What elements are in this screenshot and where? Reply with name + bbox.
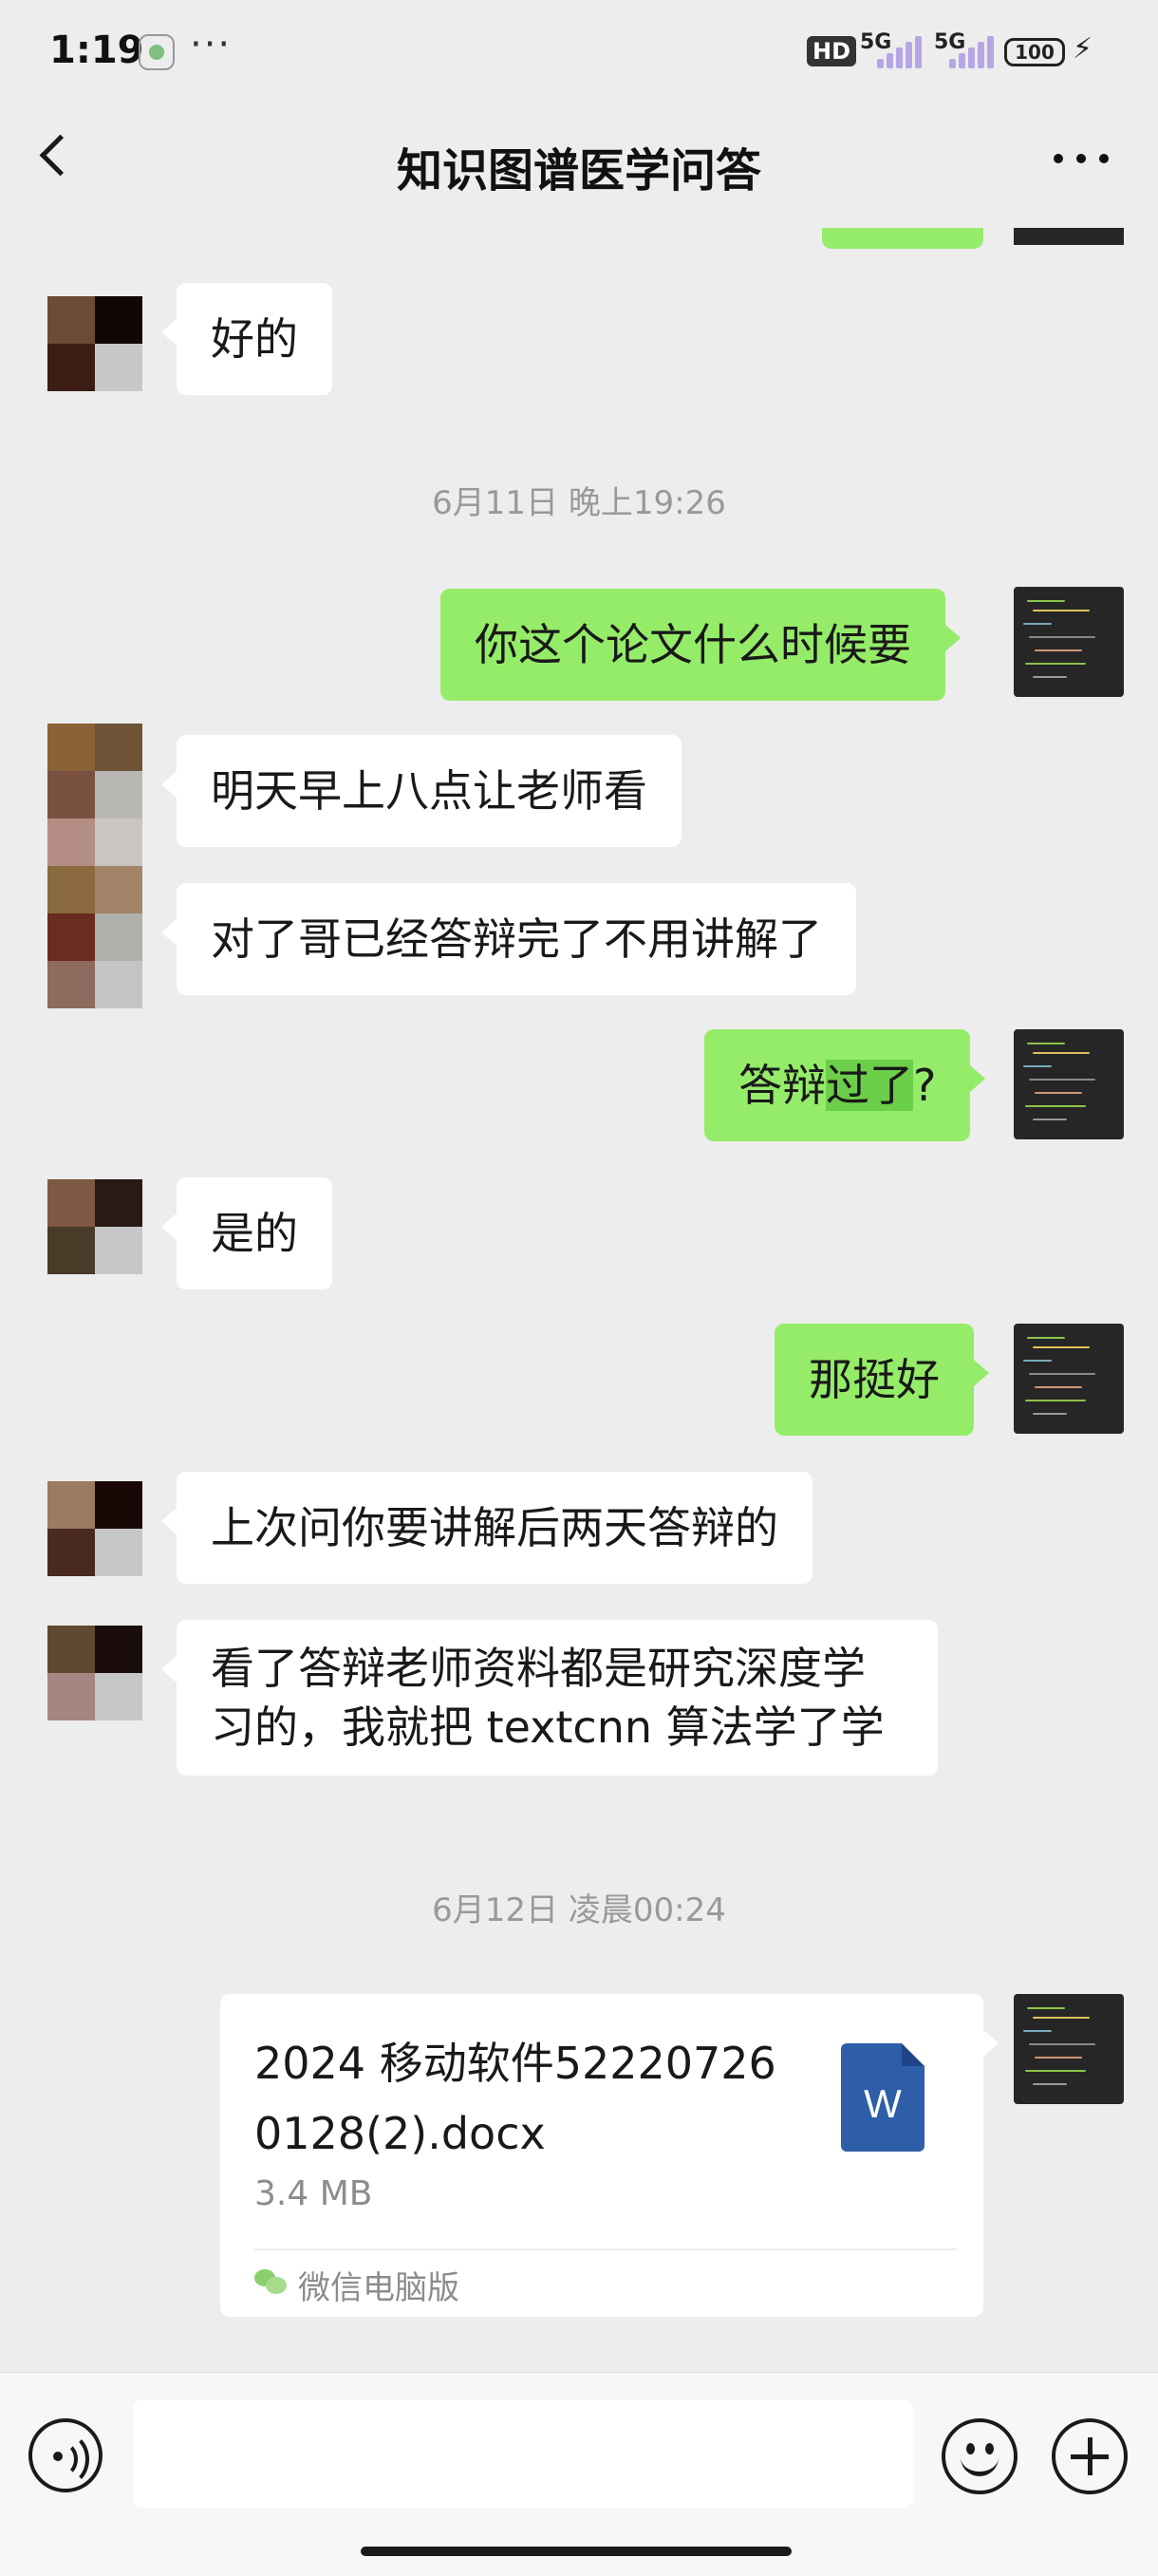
message-input[interactable] [133,2399,913,2508]
message-line: 看了答辩老师资料都是研究深度学 [211,1643,866,1694]
home-indicator[interactable] [361,2547,792,2556]
contact-avatar[interactable] [47,1481,142,1576]
contact-avatar[interactable] [47,296,142,391]
more-dots-icon[interactable] [1054,152,1111,167]
message-text-part: ? [913,1060,937,1111]
message-timestamp: 6月12日 凌晨00:24 [432,1891,726,1929]
status-bar: 1:19 ··· HD 5G 5G 100 ⚡ [0,0,1158,104]
message-bubble[interactable]: 上次问你要讲解后两天答辩的 [161,1472,812,1584]
selected-text-highlight: 过了 [826,1060,913,1111]
message-bubble[interactable]: 好的 [161,283,332,395]
wechat-icon [254,2267,289,2296]
file-source: 微信电脑版 [298,2269,459,2307]
file-size: 3.4 MB [254,2174,373,2213]
contact-avatar[interactable] [47,1179,142,1274]
plus-icon[interactable] [1052,2418,1128,2494]
input-bar [0,2372,1158,2576]
message-bubble[interactable]: 是的 [161,1177,332,1289]
status-more: ··· [190,23,233,66]
app-notification-icon [139,34,175,70]
contact-avatar[interactable] [47,724,142,1008]
chat-title: 知识图谱医学问答 [396,144,761,197]
self-avatar[interactable] [1014,1324,1124,1434]
contact-avatar[interactable] [47,1626,142,1720]
previous-self-bubble [822,228,983,249]
signal-icon [877,36,922,68]
file-name: 2024 移动软件522207260128(2).docx [254,2038,776,2159]
self-avatar[interactable] [1014,1994,1124,2104]
emoji-icon[interactable] [942,2418,1018,2494]
self-avatar[interactable] [1014,1029,1124,1139]
previous-self-avatar [1014,228,1124,245]
message-line: 习的，我就把 textcnn 算法学了学 [211,1702,885,1753]
charging-icon: ⚡ [1073,32,1093,66]
message-bubble-self[interactable]: 那挺好 [775,1324,989,1436]
message-timestamp: 6月11日 晚上19:26 [432,484,726,522]
file-message-card[interactable]: 2024 移动软件522207260128(2).docx 3.4 MB W 微… [220,1994,999,2317]
self-avatar[interactable] [1014,587,1124,697]
message-bubble[interactable]: 明天早上八点让老师看 [161,735,682,847]
hd-badge: HD [807,36,857,66]
word-icon-letter: W [864,2081,902,2126]
message-text-part: 答辩 [738,1060,826,1111]
battery-icon: 100 [1004,38,1065,66]
word-document-icon: W [841,2043,925,2152]
status-time: 1:19 [49,28,144,72]
message-bubble-self[interactable]: 你这个论文什么时候要 [440,589,961,701]
message-bubble-self[interactable]: 答辩过了? [704,1029,986,1141]
message-bubble[interactable]: 对了哥已经答辩完了不用讲解了 [161,883,856,995]
voice-icon[interactable] [28,2418,103,2492]
signal-icon-2 [949,36,994,68]
divider [254,2248,957,2250]
message-bubble[interactable]: 看了答辩老师资料都是研究深度学 习的，我就把 textcnn 算法学了学 [161,1620,938,1776]
